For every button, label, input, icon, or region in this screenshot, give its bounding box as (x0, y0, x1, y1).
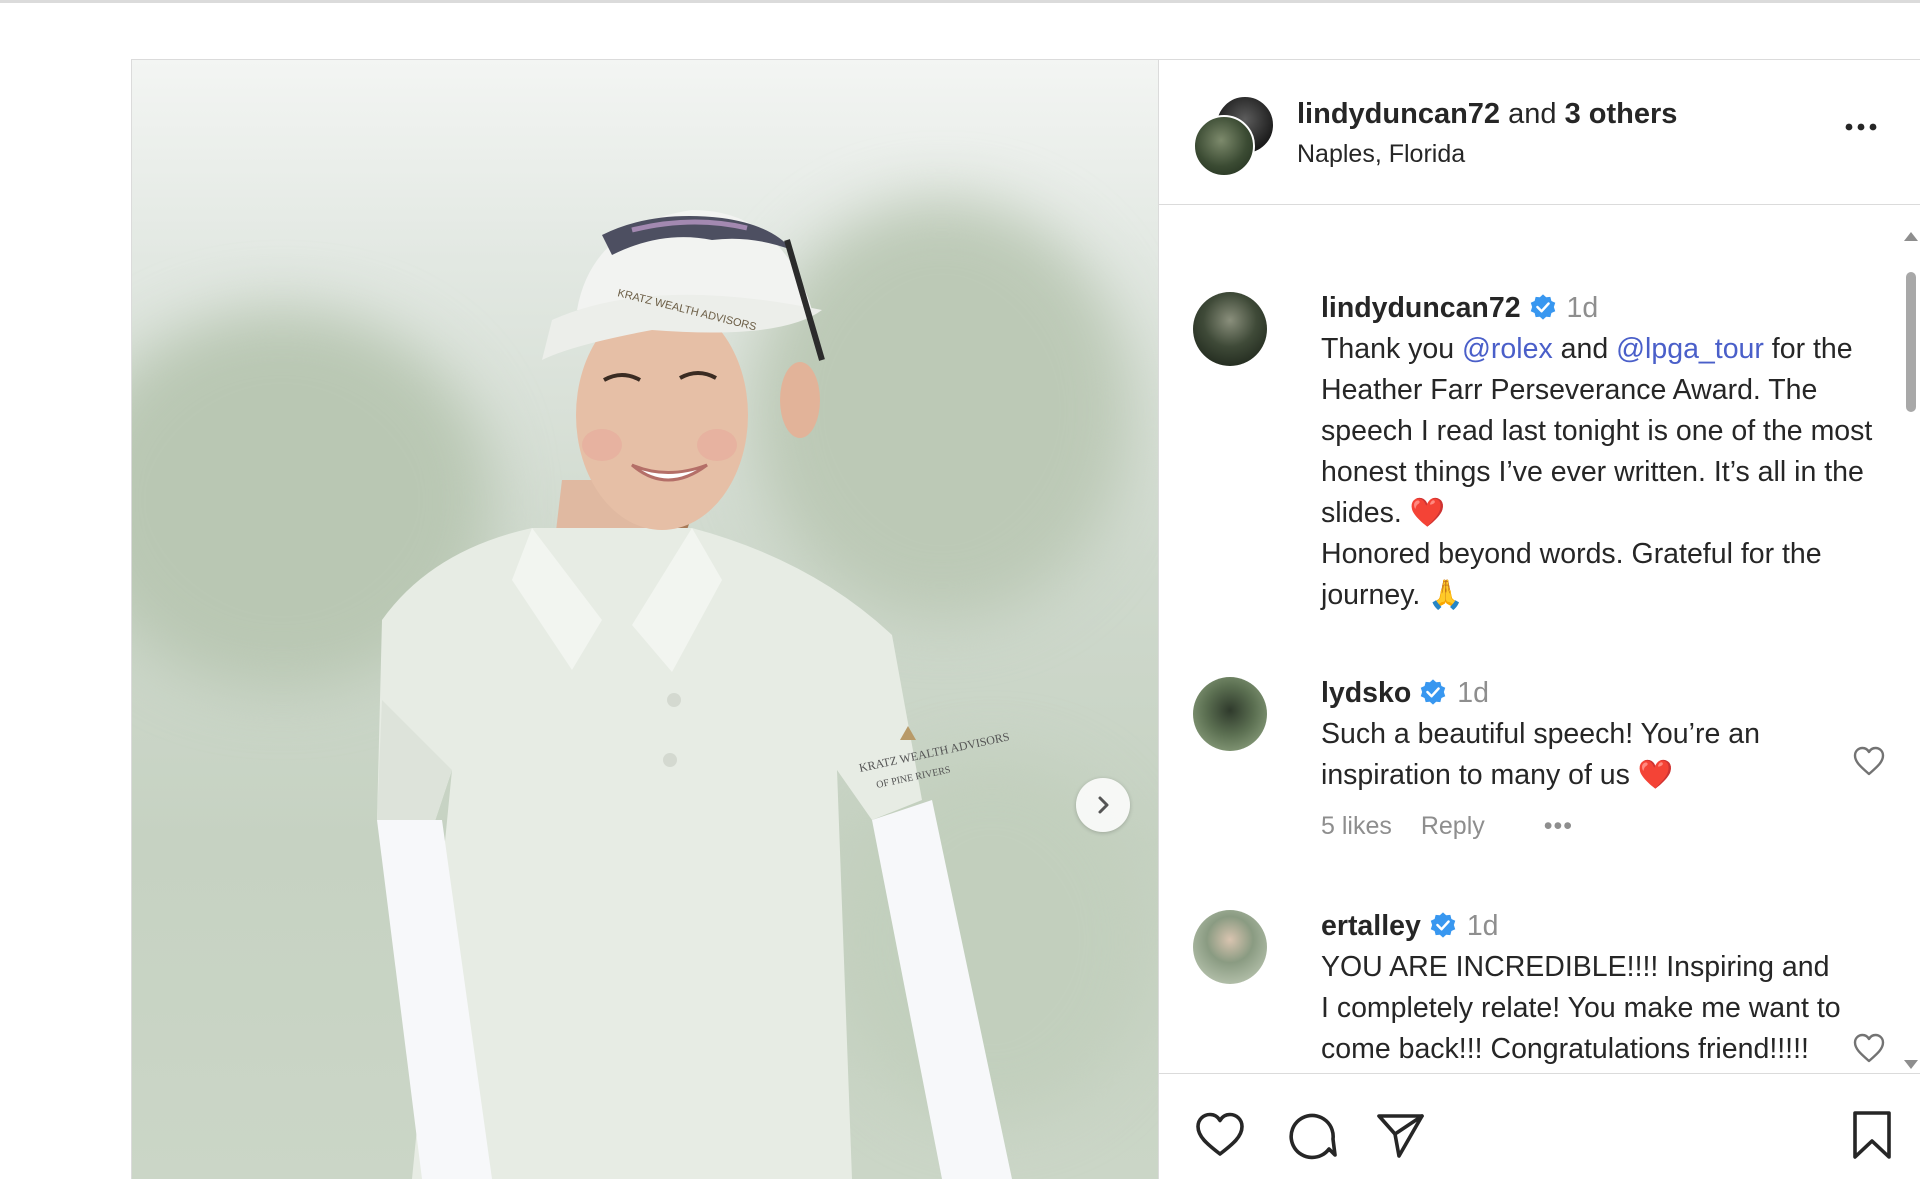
caption-text: Honored beyond words. Grateful for the j… (1321, 538, 1822, 611)
pray-emoji: 🙏 (1428, 579, 1464, 611)
verified-badge-icon (1421, 679, 1446, 705)
bookmark-icon[interactable] (1845, 1108, 1899, 1162)
post-image[interactable]: KRATZ WEALTH ADVISORS KRATZ WEALTH ADVIS… (132, 60, 1158, 1179)
avatar[interactable] (1193, 292, 1267, 366)
mention-link[interactable]: @lpga_tour (1616, 333, 1764, 365)
author-joiner: and (1508, 98, 1557, 130)
comment-text: Such a beautiful speech! You’re an inspi… (1321, 718, 1760, 791)
post-dialog: KRATZ WEALTH ADVISORS KRATZ WEALTH ADVIS… (131, 59, 1920, 1179)
comments-list[interactable]: lindyduncan72 1d Thank you @rolex and @lp… (1159, 205, 1901, 1073)
heart-emoji: ❤️ (1409, 497, 1446, 529)
golfer-illustration: KRATZ WEALTH ADVISORS KRATZ WEALTH ADVIS… (377, 210, 1012, 1179)
reply-button[interactable]: Reply (1421, 812, 1485, 840)
scroll-down-arrow-icon[interactable] (1901, 1057, 1920, 1073)
heart-icon[interactable] (1193, 1108, 1247, 1162)
comment-icon[interactable] (1285, 1108, 1339, 1162)
heart-icon[interactable] (1851, 1030, 1887, 1066)
comment-more-button[interactable]: ••• (1544, 812, 1573, 840)
caption-text: and (1552, 333, 1617, 365)
post-side-panel: lindyduncan72 and 3 others Naples, Flori… (1158, 60, 1920, 1179)
caption-username[interactable]: lindyduncan72 (1321, 292, 1521, 324)
caption-text: Thank you (1321, 333, 1462, 365)
comments-scrollbar[interactable] (1901, 228, 1920, 1073)
avatar[interactable] (1193, 910, 1267, 984)
heart-emoji: ❤️ (1637, 759, 1674, 791)
others-link[interactable]: 3 others (1565, 98, 1678, 130)
comment-time: 1d (1466, 910, 1499, 942)
scrollbar-thumb[interactable] (1906, 272, 1916, 412)
heart-icon[interactable] (1851, 743, 1887, 779)
comment-meta: 5 likes Reply ••• (1321, 806, 1841, 847)
avatar[interactable] (1193, 677, 1267, 751)
browser-top-border (0, 0, 1920, 3)
post-actions (1159, 1073, 1920, 1180)
author-username[interactable]: lindyduncan72 (1297, 98, 1500, 130)
chevron-right-icon (1098, 796, 1109, 814)
caption-time: 1d (1566, 292, 1599, 324)
paper-plane-icon[interactable] (1373, 1108, 1427, 1162)
mention-link[interactable]: @rolex (1462, 333, 1553, 365)
comment-text: YOU ARE INCREDIBLE!!!! Inspiring and I c… (1321, 951, 1841, 1065)
post-authors[interactable]: lindyduncan72 and 3 others (1297, 98, 1677, 131)
comment-likes[interactable]: 5 likes (1321, 812, 1392, 840)
verified-badge-icon (1430, 912, 1456, 938)
more-horizontal-icon[interactable] (1839, 112, 1883, 142)
comment-username[interactable]: ertalley (1321, 910, 1421, 942)
collab-avatars[interactable] (1193, 95, 1275, 177)
location-link[interactable]: Naples, Florida (1297, 140, 1465, 169)
post-header: lindyduncan72 and 3 others Naples, Flori… (1159, 60, 1920, 205)
comment-username[interactable]: lydsko (1321, 677, 1411, 709)
scroll-up-arrow-icon[interactable] (1901, 228, 1920, 244)
comment-time: 1d (1457, 677, 1489, 709)
next-image-button[interactable] (1076, 778, 1130, 832)
avatar (1193, 115, 1255, 177)
verified-badge-icon (1530, 294, 1555, 320)
